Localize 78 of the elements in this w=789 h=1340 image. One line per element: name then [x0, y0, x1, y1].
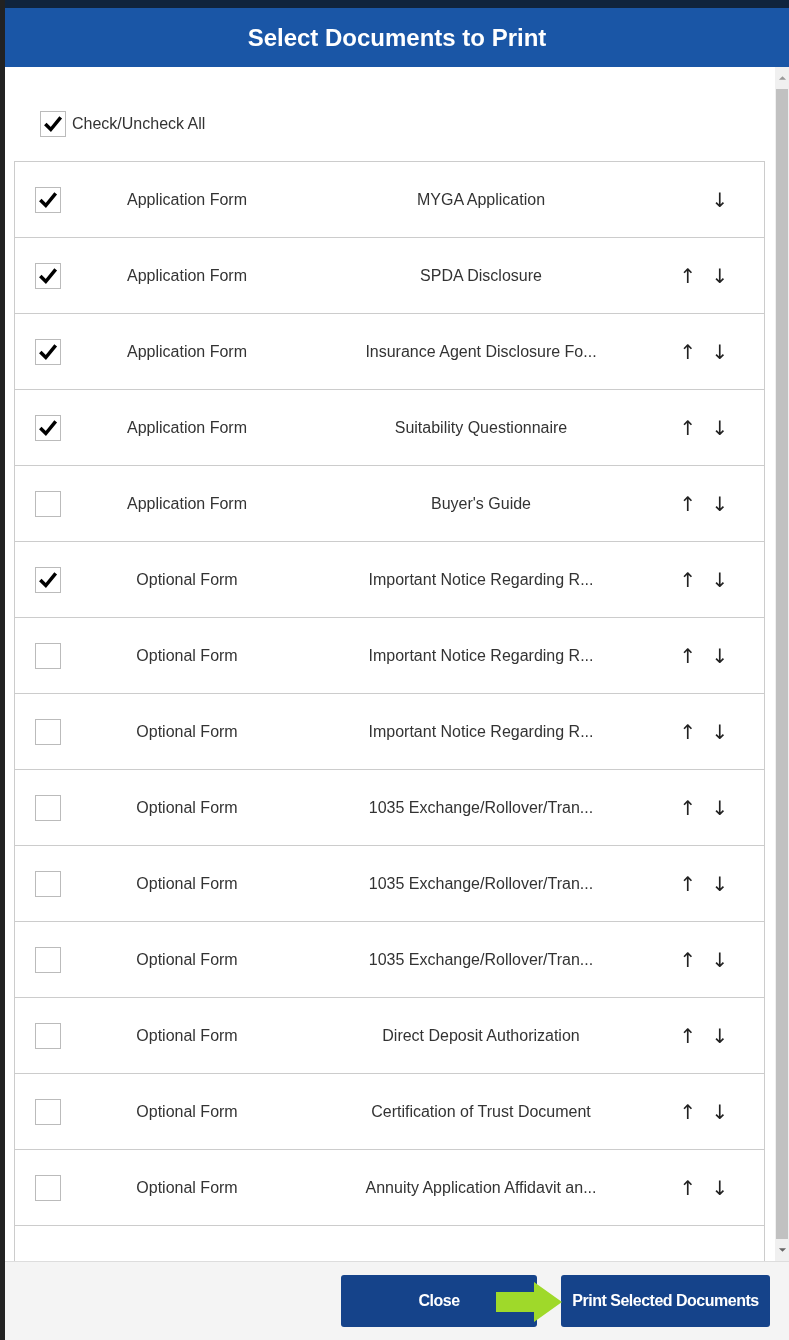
document-name: Important Notice Regarding R...	[368, 646, 594, 664]
document-name: SPDA Disclosure	[420, 266, 542, 284]
document-name: Suitability Questionnaire	[394, 418, 568, 436]
print-button[interactable]: Print Selected Documents	[561, 1275, 770, 1327]
move-down-button[interactable]: ↓	[711, 1023, 729, 1048]
document-type: Application Form	[126, 494, 247, 512]
move-down-button[interactable]: ↓	[711, 491, 729, 516]
move-up-button[interactable]: ↑	[679, 1175, 697, 1200]
document-checkbox[interactable]	[35, 414, 61, 441]
document-checkbox[interactable]	[35, 566, 61, 593]
move-up-button[interactable]: ↑	[679, 567, 697, 592]
move-down-button[interactable]: ↓	[711, 947, 729, 972]
close-button[interactable]: Close	[341, 1275, 537, 1327]
move-up-button[interactable]: ↑	[679, 719, 697, 744]
move-down-button[interactable]: ↓	[711, 795, 729, 820]
move-down-button[interactable]: ↓	[711, 567, 729, 592]
document-checkbox[interactable]	[35, 718, 61, 745]
document-checkbox[interactable]	[35, 186, 61, 213]
document-type: Optional Form	[136, 1178, 238, 1196]
move-down-button[interactable]: ↓	[711, 415, 729, 440]
move-down-button[interactable]: ↓	[711, 263, 729, 288]
document-type: Optional Form	[136, 722, 238, 740]
document-checkbox[interactable]	[35, 870, 61, 897]
move-up-button[interactable]: ↑	[679, 491, 697, 516]
document-type: Application Form	[126, 418, 247, 436]
document-type: Optional Form	[136, 1026, 238, 1044]
document-checkbox[interactable]	[35, 1022, 61, 1049]
move-down-button[interactable]: ↓	[711, 643, 729, 668]
move-up-button[interactable]: ↑	[679, 947, 697, 972]
move-down-button[interactable]: ↓	[711, 339, 729, 364]
document-name: Insurance Agent Disclosure Fo...	[365, 342, 597, 360]
document-checkbox[interactable]	[35, 642, 61, 669]
document-checkbox[interactable]	[35, 1098, 61, 1125]
document-name: Certification of Trust Document	[371, 1102, 591, 1120]
document-type: Application Form	[126, 342, 247, 360]
dialog-title: Select Documents to Print	[247, 23, 547, 52]
move-down-button[interactable]: ↓	[711, 1099, 729, 1124]
document-name: Important Notice Regarding R...	[368, 570, 594, 588]
document-checkbox[interactable]	[35, 1174, 61, 1201]
move-down-button[interactable]: ↓	[711, 1175, 729, 1200]
document-checkbox[interactable]	[35, 338, 61, 365]
move-up-button[interactable]: ↑	[679, 1023, 697, 1048]
document-name: Important Notice Regarding R...	[368, 722, 594, 740]
move-up-button[interactable]: ↑	[679, 1099, 697, 1124]
move-up-button[interactable]: ↑	[679, 263, 697, 288]
document-type: Application Form	[126, 190, 247, 208]
document-type: Optional Form	[136, 570, 238, 588]
document-name: MYGA Application	[416, 190, 546, 208]
move-down-button[interactable]: ↓	[711, 871, 729, 896]
arrow-icon	[494, 1281, 564, 1323]
document-name: 1035 Exchange/Rollover/Tran...	[368, 874, 594, 892]
document-type: Application Form	[126, 266, 247, 284]
document-name: 1035 Exchange/Rollover/Tran...	[368, 798, 594, 816]
document-checkbox[interactable]	[35, 490, 61, 517]
check-all-label[interactable]: Check/Uncheck All	[72, 115, 206, 133]
document-name: Direct Deposit Authorization	[382, 1026, 580, 1044]
scrollbar[interactable]	[775, 67, 789, 1261]
move-up-button[interactable]: ↑	[679, 643, 697, 668]
move-up-button[interactable]: ↑	[679, 339, 697, 364]
document-checkbox[interactable]	[35, 262, 61, 289]
document-name: 1035 Exchange/Rollover/Tran...	[368, 950, 594, 968]
document-checkbox[interactable]	[35, 794, 61, 821]
document-type: Optional Form	[136, 798, 238, 816]
document-name: Annuity Application Affidavit an...	[365, 1178, 597, 1196]
check-all-checkbox[interactable]	[40, 111, 66, 137]
move-up-button[interactable]: ↑	[679, 415, 697, 440]
move-up-button[interactable]: ↑	[679, 795, 697, 820]
move-down-button[interactable]: ↓	[711, 187, 729, 212]
document-checkbox[interactable]	[35, 946, 61, 973]
scroll-down-icon[interactable]	[777, 1247, 787, 1253]
move-up-button[interactable]: ↑	[679, 871, 697, 896]
document-type: Optional Form	[136, 646, 238, 664]
document-type: Optional Form	[136, 950, 238, 968]
move-down-button[interactable]: ↓	[711, 719, 729, 744]
document-type: Optional Form	[136, 874, 238, 892]
document-type: Optional Form	[136, 1102, 238, 1120]
document-name: Buyer's Guide	[431, 494, 531, 512]
scroll-up-icon[interactable]	[777, 75, 787, 81]
